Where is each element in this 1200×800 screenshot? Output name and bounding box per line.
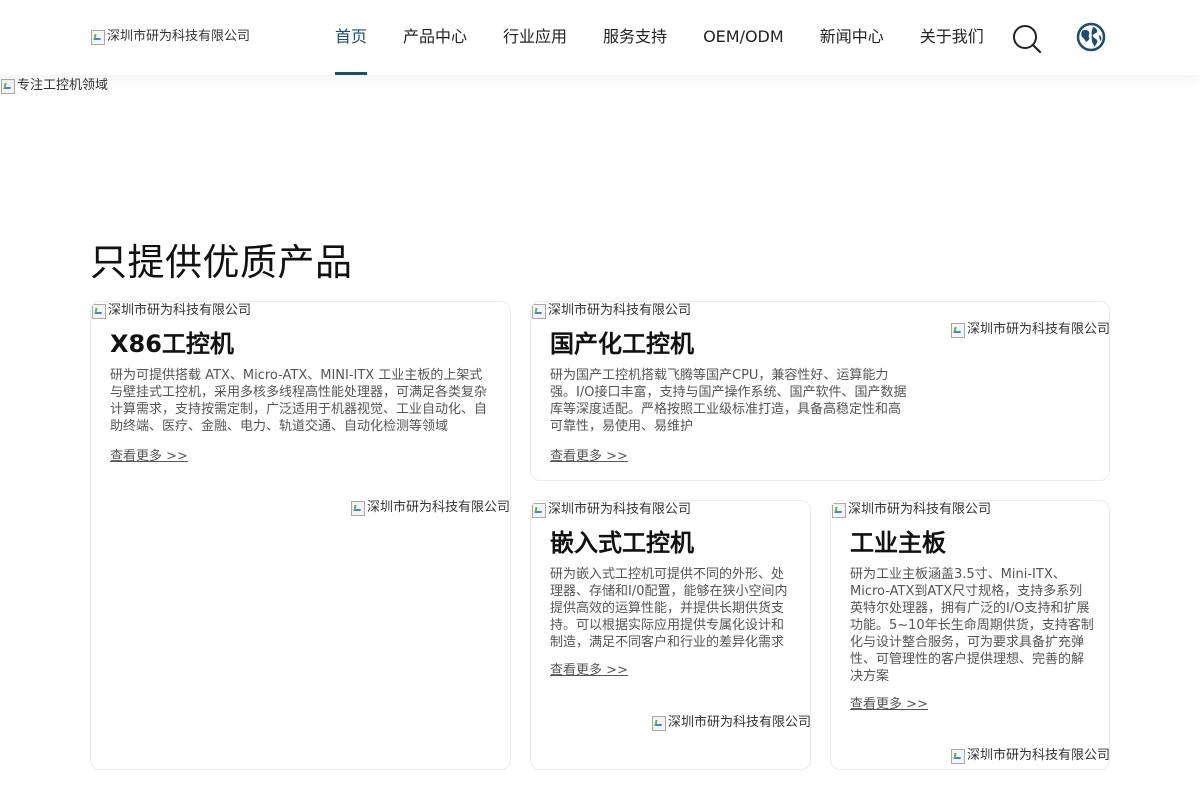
broken-image-icon <box>531 502 547 518</box>
nav-item-about[interactable]: 关于我们 <box>920 0 984 75</box>
view-more-link[interactable]: 查看更多 >> <box>550 445 628 464</box>
banner-alt-text: 专注工控机领域 <box>17 78 109 93</box>
product-description: 研为工业主板涵盖3.5寸、Mini-ITX、Micro-ATX到ATX尺寸规格，… <box>850 567 1094 684</box>
hero-banner: 专注工控机领域 <box>0 78 108 94</box>
broken-image-icon <box>950 322 966 338</box>
broken-image-icon <box>950 748 966 764</box>
product-image: 深圳市研为科技有限公司 <box>831 502 991 518</box>
product-image: 深圳市研为科技有限公司 <box>531 502 691 518</box>
language-button[interactable] <box>1076 22 1106 52</box>
company-logo[interactable]: 深圳市研为科技有限公司 <box>90 29 250 45</box>
view-more-link[interactable]: 查看更多 >> <box>110 445 188 464</box>
image-alt-text: 深圳市研为科技有限公司 <box>548 502 692 517</box>
broken-image-icon <box>831 502 847 518</box>
view-more-link[interactable]: 查看更多 >> <box>850 693 928 712</box>
broken-image-icon <box>0 78 16 94</box>
product-card-embedded: 深圳市研为科技有限公司 嵌入式工控机 研为嵌入式工控机可提供不同的外形、处理器、… <box>530 500 811 770</box>
product-description: 研为嵌入式工控机可提供不同的外形、处理器、存储和I/0配置，能够在狭小空间内提供… <box>550 567 788 650</box>
nav-item-news[interactable]: 新闻中心 <box>820 0 884 75</box>
section-title: 只提供优质产品 <box>90 241 353 284</box>
broken-image-icon <box>350 500 366 516</box>
image-alt-text: 深圳市研为科技有限公司 <box>668 715 811 730</box>
product-image: 深圳市研为科技有限公司 <box>531 303 691 319</box>
broken-image-icon <box>91 303 107 319</box>
product-image: 深圳市研为科技有限公司 <box>91 303 251 319</box>
image-alt-text: 深圳市研为科技有限公司 <box>548 303 692 318</box>
globe-icon <box>1076 22 1106 52</box>
product-title: 工业主板 <box>850 529 946 557</box>
logo-alt-text: 深圳市研为科技有限公司 <box>107 29 251 44</box>
search-button[interactable] <box>1012 24 1042 54</box>
nav-item-industry[interactable]: 行业应用 <box>503 0 567 75</box>
product-photo: 深圳市研为科技有限公司 <box>651 715 811 731</box>
product-photo: 深圳市研为科技有限公司 <box>950 748 1110 764</box>
image-alt-text: 深圳市研为科技有限公司 <box>367 500 511 515</box>
broken-image-icon <box>90 29 106 45</box>
image-alt-text: 深圳市研为科技有限公司 <box>108 303 252 318</box>
product-card-domestic: 深圳市研为科技有限公司 国产化工控机 研为国产工控机搭载飞腾等国产CPU，兼容性… <box>530 301 1110 481</box>
image-alt-text: 深圳市研为科技有限公司 <box>967 322 1110 337</box>
product-description: 研为可提供搭载 ATX、Micro-ATX、MINI-ITX 工业主板的上架式与… <box>110 368 488 434</box>
broken-image-icon <box>651 715 667 731</box>
nav-item-oem-odm[interactable]: OEM/ODM <box>703 0 784 75</box>
product-card-motherboard: 深圳市研为科技有限公司 工业主板 研为工业主板涵盖3.5寸、Mini-ITX、M… <box>830 500 1110 770</box>
image-alt-text: 深圳市研为科技有限公司 <box>848 502 992 517</box>
product-description: 研为国产工控机搭载飞腾等国产CPU，兼容性好、运算能力强。I/O接口丰富，支持与… <box>550 368 907 434</box>
broken-image-icon <box>531 303 547 319</box>
image-alt-text: 深圳市研为科技有限公司 <box>967 748 1110 763</box>
product-photo: 深圳市研为科技有限公司 <box>950 322 1110 338</box>
nav-item-home[interactable]: 首页 <box>335 0 368 75</box>
view-more-link[interactable]: 查看更多 >> <box>550 659 628 678</box>
product-photo: 深圳市研为科技有限公司 <box>350 500 510 516</box>
product-title: 嵌入式工控机 <box>550 529 694 557</box>
product-card-x86: 深圳市研为科技有限公司 X86工控机 研为可提供搭载 ATX、Micro-ATX… <box>90 301 511 770</box>
nav-item-products[interactable]: 产品中心 <box>403 0 467 75</box>
main-nav: 首页 产品中心 行业应用 服务支持 OEM/ODM 新闻中心 关于我们 <box>335 0 1020 75</box>
site-header: 深圳市研为科技有限公司 首页 产品中心 行业应用 服务支持 OEM/ODM 新闻… <box>0 0 1200 75</box>
product-title: X86工控机 <box>110 330 234 358</box>
product-title: 国产化工控机 <box>550 330 694 358</box>
nav-item-support[interactable]: 服务支持 <box>603 0 667 75</box>
search-icon <box>1013 25 1042 54</box>
